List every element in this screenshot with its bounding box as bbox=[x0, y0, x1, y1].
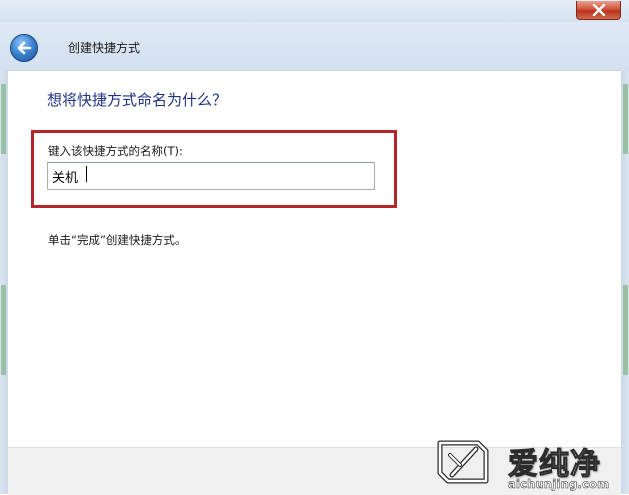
watermark-url: aichunjing.com bbox=[508, 477, 610, 492]
close-icon bbox=[592, 4, 606, 16]
back-button[interactable] bbox=[10, 34, 38, 62]
window-title-bar bbox=[0, 0, 629, 22]
wizard-title: 创建快捷方式 bbox=[68, 41, 141, 55]
window-left-edge bbox=[0, 70, 8, 494]
back-arrow-icon bbox=[17, 41, 32, 55]
site-watermark: 爱纯净 aichunjing.com bbox=[436, 437, 629, 494]
create-shortcut-window: 创建快捷方式 想将快捷方式命名为什么？ 键入该快捷方式的名称(T): 单击“完成… bbox=[0, 0, 629, 495]
shortcut-name-input[interactable] bbox=[47, 162, 375, 190]
watermark-logo-icon bbox=[437, 440, 489, 484]
wizard-content bbox=[8, 70, 621, 448]
page-heading: 想将快捷方式命名为什么？ bbox=[47, 91, 228, 109]
shortcut-name-label: 键入该快捷方式的名称(T): bbox=[48, 144, 183, 158]
window-right-edge bbox=[621, 70, 629, 494]
close-button[interactable] bbox=[576, 1, 621, 20]
finish-hint: 单击“完成”创建快捷方式。 bbox=[48, 233, 187, 247]
text-caret bbox=[86, 166, 87, 182]
